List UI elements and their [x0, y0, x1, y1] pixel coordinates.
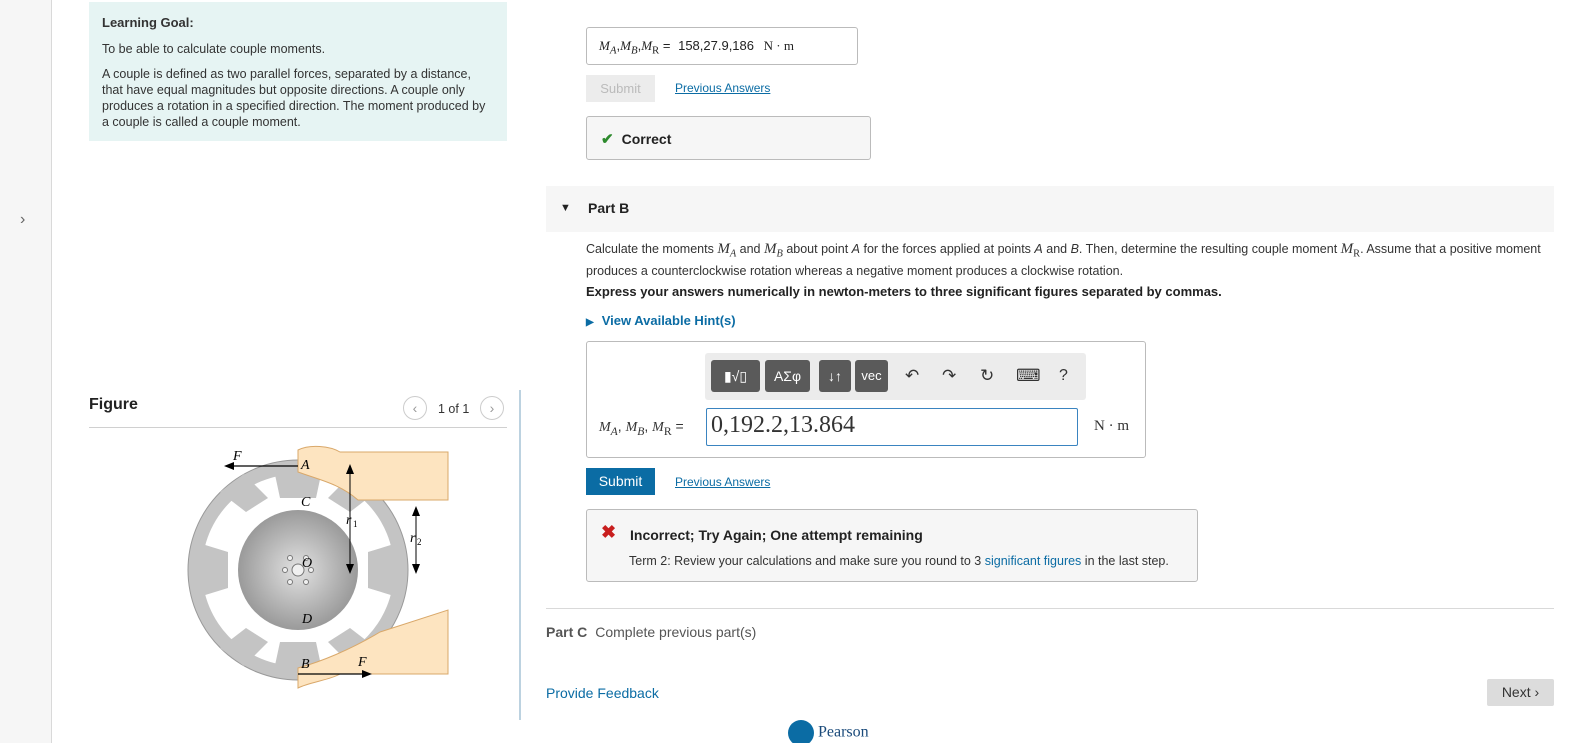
incorrect-feedback: ✖ Incorrect; Try Again; One attempt rema… [586, 509, 1198, 582]
view-hints-label[interactable]: View Available Hint(s) [602, 313, 736, 328]
label-b-mr: M [652, 420, 664, 435]
chevron-right-icon: › [1534, 684, 1540, 700]
greek-symbols-button[interactable]: ΑΣφ [765, 360, 810, 392]
part-b-answer-input[interactable]: 0,192.2,13.864 [706, 408, 1078, 446]
prompt-text-5: and [1042, 242, 1071, 256]
redo-icon[interactable]: ↷ [942, 366, 956, 386]
prev-figure-button[interactable]: ‹ [403, 396, 427, 420]
part-b-answer-label: MA, MB, MR = [599, 418, 684, 438]
part-b-instructions: Express your answers numerically in newt… [586, 284, 1222, 299]
pearson-logo: Pearson [788, 720, 869, 743]
prompt-mb: M [763, 241, 777, 257]
label-ma: M [599, 38, 610, 53]
undo-icon[interactable]: ↶ [905, 366, 919, 386]
part-a-answer-value: 158,27.9,186 [678, 38, 754, 53]
part-a-unit: N · m [763, 38, 794, 53]
label-r2: r [410, 531, 416, 546]
prompt-mr: M [1340, 241, 1354, 257]
provide-feedback-link[interactable]: Provide Feedback [546, 685, 659, 701]
view-hints-link[interactable]: ▶ View Available Hint(s) [586, 313, 736, 328]
prompt-ma: M [717, 241, 730, 257]
label-b-ma-sub: A [610, 424, 618, 438]
part-b-unit: N · m [1094, 418, 1129, 434]
incorrect-message-text-2: in the last step. [1081, 554, 1169, 568]
incorrect-title: Incorrect; Try Again; One attempt remain… [630, 527, 923, 543]
label-b-mr-sub: R [663, 424, 672, 438]
next-figure-button[interactable]: › [480, 396, 504, 420]
learning-goal-title: Learning Goal: [102, 15, 194, 30]
caret-right-icon: ▶ [586, 317, 594, 328]
label-f-bottom: F [357, 655, 367, 670]
significant-figures-link[interactable]: significant figures [985, 554, 1082, 568]
templates-button[interactable]: ▮√▯ [711, 360, 760, 392]
label-mr-sub: R [652, 44, 660, 57]
keyboard-icon[interactable]: ⌨ [1016, 366, 1041, 386]
part-a-answer-box: MA,MB,MR = 158,27.9,186 N · m [586, 27, 858, 65]
label-mr: M [641, 38, 653, 53]
next-label[interactable]: Next [1502, 684, 1531, 700]
learning-goal-box: Learning Goal: To be able to calculate c… [89, 2, 507, 141]
label-b-mb: M [625, 420, 638, 435]
caret-down-icon[interactable]: ▼ [560, 202, 571, 214]
label-ma-sub: A [609, 44, 617, 57]
prompt-text-2: and [736, 242, 764, 256]
correct-label: Correct [621, 131, 672, 147]
pearson-logo-mark [788, 720, 814, 743]
prompt-text-1: Calculate the moments [586, 242, 718, 256]
incorrect-message: Term 2: Review your calculations and mak… [629, 554, 1169, 568]
prompt-point-b: B [1070, 242, 1079, 256]
pearson-wordmark: Pearson [818, 723, 869, 741]
prompt-point-a: A [851, 242, 860, 256]
next-button[interactable]: Next › [1487, 679, 1554, 706]
label-o: O [302, 556, 312, 571]
checkmark-icon: ✔ [601, 131, 614, 148]
part-c-label: Part C [546, 624, 588, 640]
reset-icon[interactable]: ↻ [980, 366, 994, 386]
prompt-text-3: about point [782, 242, 852, 256]
prompt-text-4: for the forces applied at points [860, 242, 1035, 256]
part-b-header[interactable] [546, 186, 1554, 232]
label-r1: r [346, 513, 352, 528]
label-a: A [300, 458, 310, 473]
figure-title: Figure [89, 396, 138, 413]
label-r1-sub: 1 [353, 519, 358, 529]
part-c-row: Part C Complete previous part(s) [546, 624, 756, 640]
label-f-top: F [232, 449, 242, 464]
label-mb-sub: B [630, 44, 638, 57]
label-d: D [301, 612, 312, 627]
x-icon: ✖ [601, 522, 617, 542]
label-b: B [301, 657, 310, 672]
arrows-button[interactable]: ↓↑ [819, 360, 851, 392]
part-b-previous-answers-link[interactable]: Previous Answers [675, 475, 770, 489]
prompt-point-a2: A [1034, 242, 1043, 256]
help-icon[interactable]: ? [1059, 367, 1068, 385]
label-mb: M [620, 38, 631, 53]
label-b-mb-sub: B [637, 424, 645, 438]
part-c-status: Complete previous part(s) [595, 624, 757, 640]
side-rail: › [0, 0, 52, 743]
incorrect-message-text-1: Term 2: Review your calculations and mak… [629, 554, 985, 568]
part-separator [546, 608, 1554, 609]
learning-goal-text: To be able to calculate couple moments. [102, 42, 326, 56]
part-a-submit-button: Submit [586, 75, 655, 102]
label-r2-sub: 2 [417, 537, 422, 547]
label-b-ma: M [599, 420, 611, 435]
couple-definition-text: A couple is defined as two parallel forc… [102, 67, 486, 129]
figure-pager-text: 1 of 1 [438, 402, 470, 416]
math-toolbar: ▮√▯ ΑΣφ ↓↑ vec ↶ ↷ ↻ ⌨ ? [705, 353, 1086, 400]
label-c: C [301, 495, 311, 510]
correct-feedback: ✔ Correct [586, 116, 871, 160]
vec-button[interactable]: vec [855, 360, 888, 392]
wheel-figure: F A C r 1 r 2 O D B F [187, 445, 449, 689]
prompt-text-6: . Then, determine the resulting couple m… [1078, 242, 1341, 256]
part-b-submit-button[interactable]: Submit [586, 468, 655, 495]
part-b-prompt: Calculate the moments M A and M B about po… [586, 241, 1546, 279]
figure-divider [89, 427, 507, 428]
chevron-right-icon[interactable]: › [20, 211, 25, 229]
part-b-title[interactable]: Part B [588, 200, 629, 216]
pane-divider[interactable] [519, 390, 521, 720]
part-a-previous-answers-link[interactable]: Previous Answers [675, 81, 770, 95]
